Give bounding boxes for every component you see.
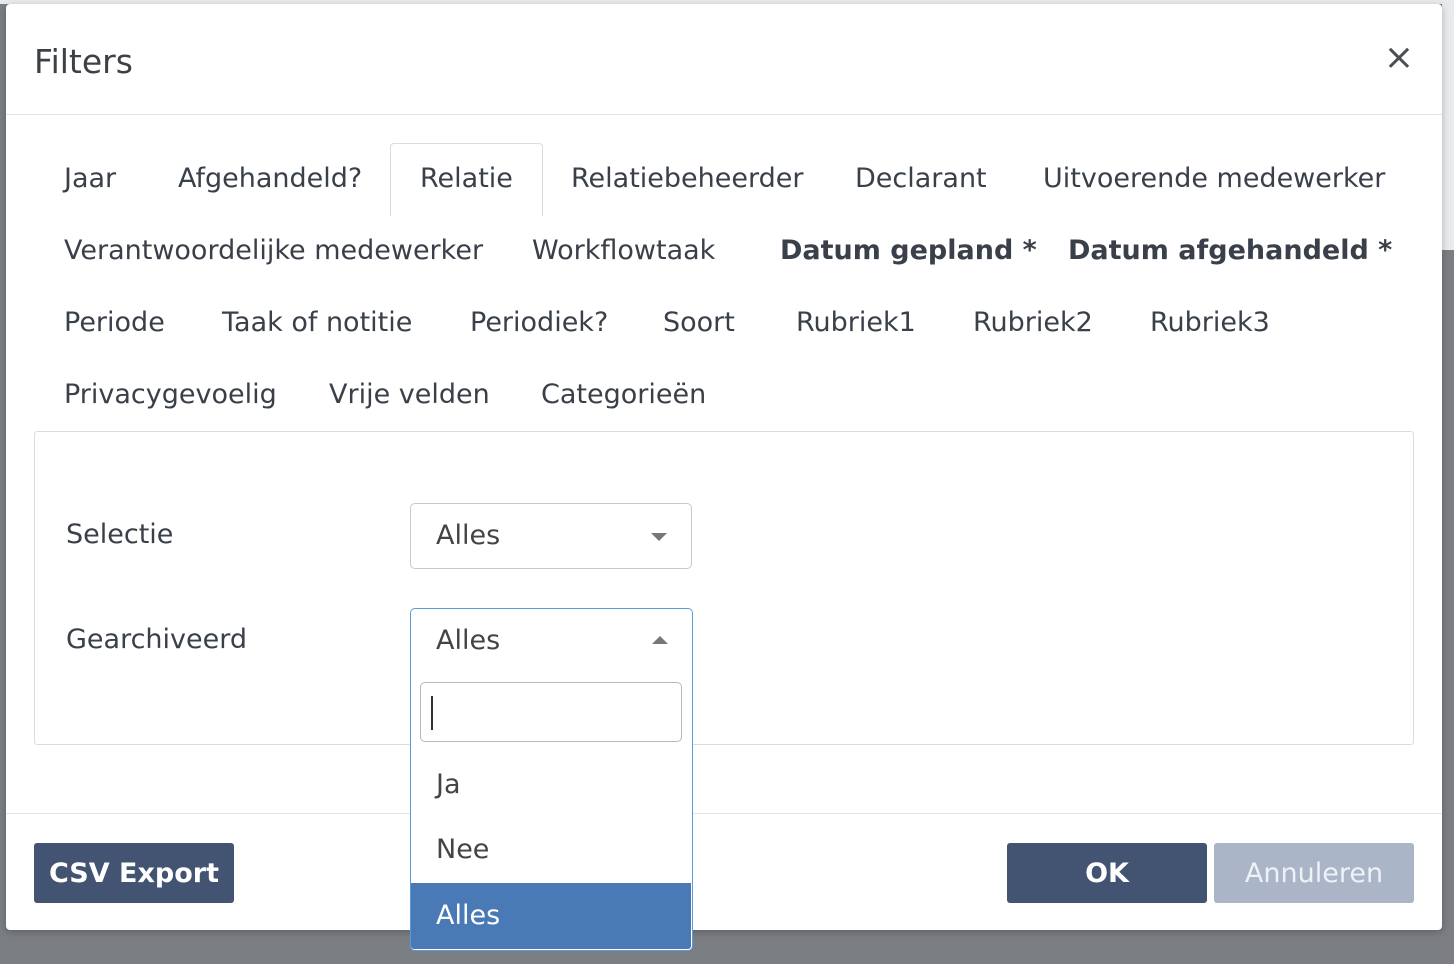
tab-periodiek[interactable]: Periodiek? — [470, 288, 608, 358]
dropdown-search-input[interactable] — [420, 682, 682, 742]
tab-datum-afgehandeld[interactable]: Datum afgehandeld * — [1068, 216, 1392, 286]
tab-periode[interactable]: Periode — [64, 288, 165, 358]
gearchiveerd-label: Gearchiveerd — [66, 624, 248, 655]
gearchiveerd-dropdown: Ja Nee Alles — [410, 670, 693, 951]
tab-afgehandeld[interactable]: Afgehandeld? — [178, 144, 362, 214]
text-cursor — [431, 696, 433, 730]
tab-privacygevoelig[interactable]: Privacygevoelig — [64, 360, 277, 430]
selectie-value: Alles — [436, 520, 501, 551]
gearchiveerd-value: Alles — [436, 625, 501, 656]
csv-export-button[interactable]: CSV Export — [34, 843, 234, 903]
tab-rubriek1[interactable]: Rubriek1 — [796, 288, 916, 358]
option-alles[interactable]: Alles — [411, 883, 691, 949]
chevron-down-icon — [651, 533, 667, 541]
close-icon[interactable]: × — [1382, 38, 1416, 78]
modal-header: Filters × — [6, 4, 1442, 115]
modal-footer: CSV Export OK Annuleren — [6, 813, 1442, 931]
tab-uitvoerende-medewerker[interactable]: Uitvoerende medewerker — [1043, 144, 1385, 214]
tab-soort[interactable]: Soort — [663, 288, 735, 358]
tab-categorieen[interactable]: Categorieën — [541, 360, 706, 430]
tab-panel-relatie — [34, 431, 1414, 745]
cancel-button[interactable]: Annuleren — [1214, 843, 1414, 903]
ok-button[interactable]: OK — [1007, 843, 1207, 903]
background-page-edge — [1442, 0, 1454, 250]
gearchiveerd-select[interactable]: Alles — [410, 608, 693, 674]
filters-modal: Filters × Jaar Afgehandeld? Relatie Rela… — [6, 4, 1442, 930]
tab-rubriek3[interactable]: Rubriek3 — [1150, 288, 1270, 358]
tab-relatiebeheerder[interactable]: Relatiebeheerder — [571, 144, 803, 214]
tab-relatie[interactable]: Relatie — [390, 143, 543, 216]
tab-workflowtaak[interactable]: Workflowtaak — [532, 216, 715, 286]
modal-title: Filters — [34, 42, 133, 81]
tab-declarant[interactable]: Declarant — [855, 144, 987, 214]
option-nee[interactable]: Nee — [411, 817, 691, 883]
tab-rubriek2[interactable]: Rubriek2 — [973, 288, 1093, 358]
option-ja[interactable]: Ja — [411, 752, 691, 818]
tab-datum-gepland[interactable]: Datum gepland * — [780, 216, 1037, 286]
selectie-label: Selectie — [66, 519, 174, 550]
tab-taak-of-notitie[interactable]: Taak of notitie — [222, 288, 412, 358]
tab-vrije-velden[interactable]: Vrije velden — [329, 360, 490, 430]
tab-verantwoordelijke-medewerker[interactable]: Verantwoordelijke medewerker — [64, 216, 483, 286]
tab-jaar[interactable]: Jaar — [64, 144, 116, 214]
chevron-up-icon — [652, 636, 668, 644]
selectie-select[interactable]: Alles — [410, 503, 692, 569]
